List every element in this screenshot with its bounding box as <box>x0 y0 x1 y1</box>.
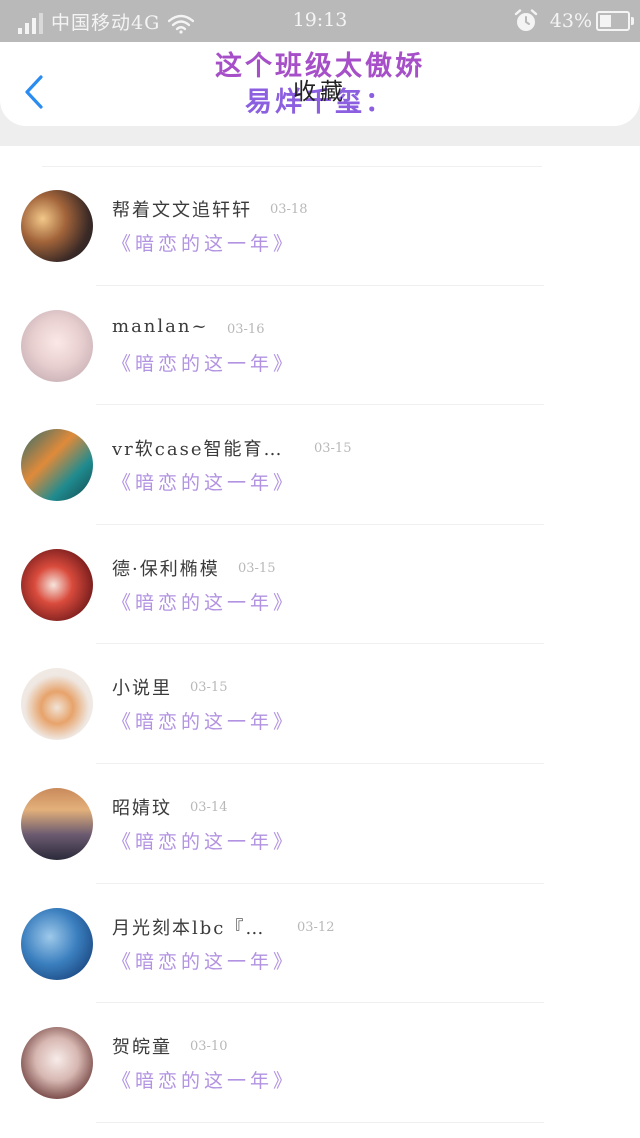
item-book-title[interactable]: 《暗恋的这一年》 <box>112 1066 296 1093</box>
favorite-item[interactable]: 月光刻本lbc『… 03-12 《暗恋的这一年》 <box>0 884 640 1004</box>
item-username: 小说里 <box>112 678 172 700</box>
favorite-item[interactable]: vr软case智能育… 03-15 《暗恋的这一年》 <box>0 405 640 525</box>
item-date: 03-10 <box>190 1039 228 1055</box>
favorite-item[interactable]: 小说里 03-15 《暗恋的这一年》 <box>0 644 640 764</box>
avatar[interactable] <box>21 668 93 741</box>
favorites-list: 帮着文文追轩轩 03-18 《暗恋的这一年》 manlan~ 03-16 《暗恋的这一年》… <box>0 166 640 1123</box>
item-username: manlan~ <box>112 315 209 337</box>
avatar[interactable] <box>21 429 93 502</box>
item-username: 帮着文文追轩轩 <box>112 200 252 221</box>
item-book-title[interactable]: 《暗恋的这一年》 <box>112 229 296 256</box>
item-username: 德·保利椭模 <box>112 558 220 580</box>
favorite-item[interactable]: 昭婧玟 03-14 《暗恋的这一年》 <box>0 764 640 884</box>
item-username: vr软case智能育… <box>112 439 282 461</box>
avatar[interactable] <box>21 190 93 262</box>
favorite-item[interactable]: 德·保利椭模 03-15 《暗恋的这一年》 <box>0 525 640 645</box>
battery-percent: 43% <box>549 10 592 32</box>
avatar[interactable] <box>21 907 93 980</box>
status-right: 43% <box>514 8 634 34</box>
page-title: 收藏 <box>293 79 347 105</box>
item-book-title[interactable]: 《暗恋的这一年》 <box>112 947 296 974</box>
item-date: 03-16 <box>227 321 265 337</box>
avatar[interactable] <box>21 548 93 621</box>
favorite-item[interactable]: manlan~ 03-16 《暗恋的这一年》 <box>0 286 640 406</box>
favorite-item[interactable]: 帮着文文追轩轩 03-18 《暗恋的这一年》 <box>0 166 640 286</box>
avatar[interactable] <box>21 1027 93 1100</box>
item-divider <box>96 1121 544 1123</box>
battery-level <box>600 15 611 27</box>
status-bar: 中国移动4G 19:13 43% <box>0 0 640 42</box>
header: 这个班级太傲娇 易烊千玺： 收藏 <box>0 42 640 146</box>
item-date: 03-15 <box>314 441 352 457</box>
item-book-title[interactable]: 《暗恋的这一年》 <box>112 468 296 495</box>
item-username: 月光刻本lbc『… <box>112 917 266 939</box>
battery-icon <box>596 11 634 31</box>
avatar[interactable] <box>21 309 93 382</box>
item-date: 03-18 <box>270 202 308 217</box>
item-book-title[interactable]: 《暗恋的这一年》 <box>112 707 296 734</box>
item-username: 贺皖童 <box>112 1037 172 1059</box>
item-book-title[interactable]: 《暗恋的这一年》 <box>112 588 296 615</box>
item-date: 03-15 <box>190 680 228 696</box>
item-date: 03-12 <box>297 919 335 935</box>
item-book-title[interactable]: 《暗恋的这一年》 <box>112 827 296 854</box>
item-username: 昭婧玟 <box>112 797 172 819</box>
item-date: 03-15 <box>238 560 276 576</box>
item-book-title[interactable]: 《暗恋的这一年》 <box>112 349 296 376</box>
favorite-item[interactable]: 贺皖童 03-10 《暗恋的这一年》 <box>0 1003 640 1123</box>
header-card: 这个班级太傲娇 易烊千玺： 收藏 <box>0 42 640 126</box>
alarm-icon <box>514 9 537 31</box>
item-date: 03-14 <box>190 799 228 815</box>
avatar[interactable] <box>21 787 93 860</box>
